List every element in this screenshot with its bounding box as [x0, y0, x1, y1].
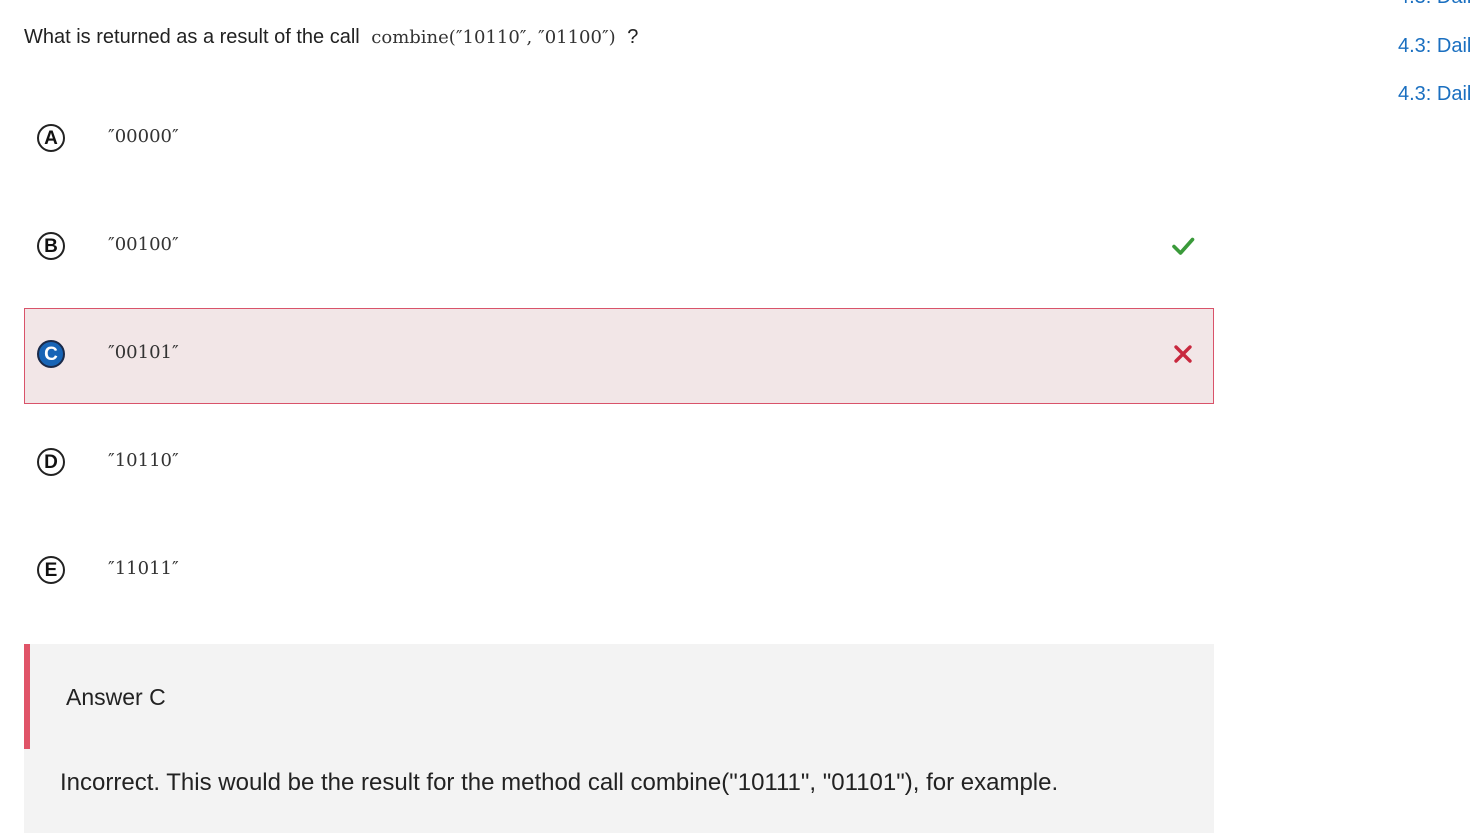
choice-value-e: ″11011″	[108, 558, 179, 579]
answer-feedback: Answer C Incorrect. This would be the re…	[24, 644, 1214, 833]
feedback-title: Answer C	[66, 684, 166, 710]
side-nav: 4.3: Dail 4.3: Dail 4.3: Dail	[1398, 0, 1470, 120]
question-suffix: ?	[627, 26, 639, 48]
question-code: combine(″10110″, ″01100″)	[371, 27, 616, 48]
side-nav-link-1[interactable]: 4.3: Dail	[1398, 0, 1470, 9]
choice-e[interactable]: E ″11011″	[24, 524, 1214, 620]
choice-c[interactable]: C ″00101″	[24, 308, 1214, 404]
choice-letter-a: A	[37, 124, 65, 152]
choice-value-d: ″10110″	[108, 450, 179, 471]
feedback-accent-bar	[24, 644, 30, 749]
choice-value-a: ″00000″	[108, 126, 179, 147]
side-nav-link-2[interactable]: 4.3: Dail	[1398, 35, 1470, 58]
question-text: What is returned as a result of the call…	[24, 26, 638, 49]
choice-value-b: ″00100″	[108, 234, 179, 255]
check-icon	[1172, 237, 1195, 255]
quiz-page: What is returned as a result of the call…	[0, 0, 1470, 833]
choice-letter-c: C	[37, 340, 65, 368]
choice-letter-b: B	[37, 232, 65, 260]
choice-d[interactable]: D ″10110″	[24, 416, 1214, 512]
choice-value-c: ″00101″	[108, 342, 179, 363]
choice-letter-d: D	[37, 448, 65, 476]
side-nav-link-3[interactable]: 4.3: Dail	[1398, 83, 1470, 106]
choice-b[interactable]: B ″00100″	[24, 200, 1214, 296]
choice-a[interactable]: A ″00000″	[24, 92, 1214, 188]
close-icon	[1174, 345, 1192, 363]
choice-letter-e: E	[37, 556, 65, 584]
feedback-text: Incorrect. This would be the result for …	[60, 769, 1059, 796]
question-prefix: What is returned as a result of the call	[24, 26, 360, 48]
